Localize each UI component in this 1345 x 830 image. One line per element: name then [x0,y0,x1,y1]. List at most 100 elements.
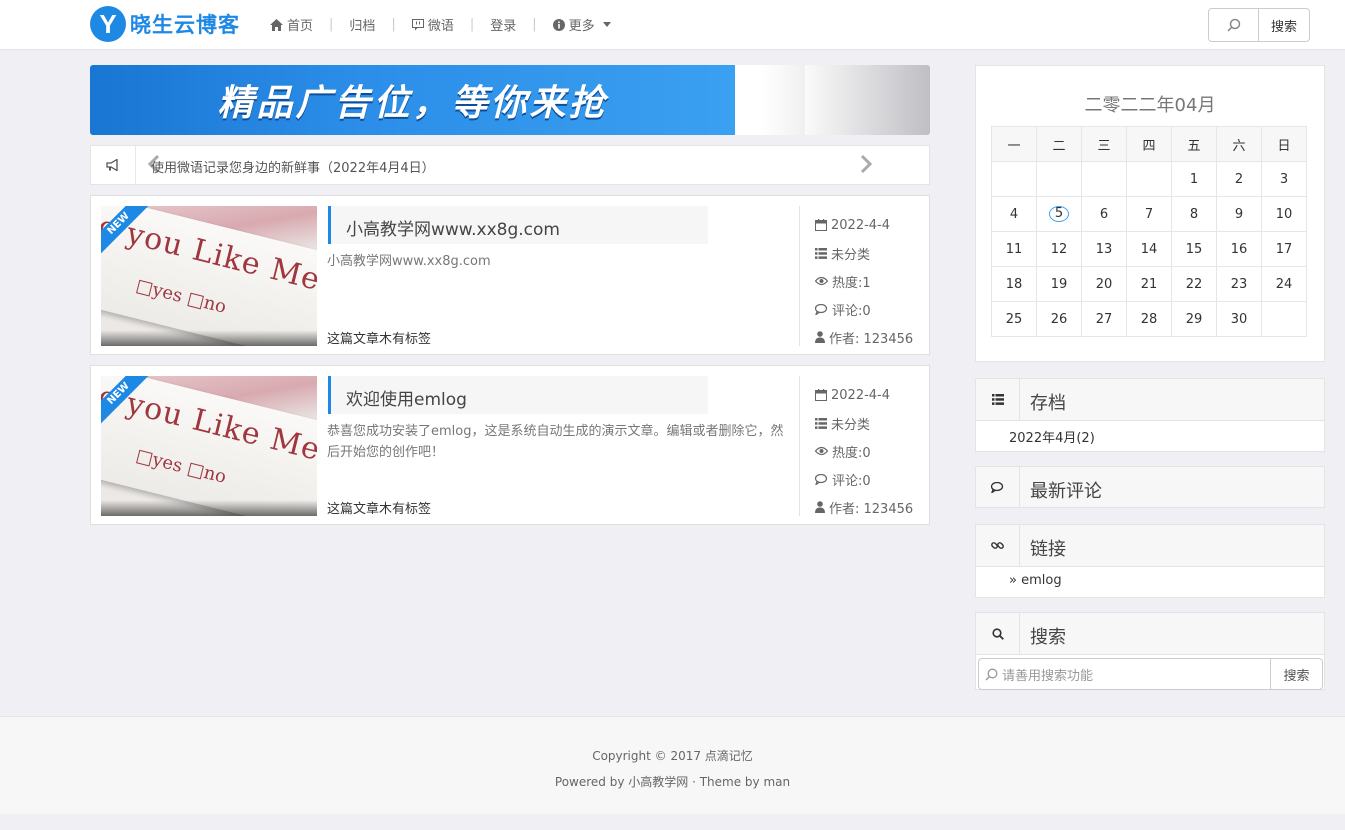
header-search-button[interactable]: 搜索 [1259,9,1309,41]
post-date: 2022-4-4 [815,211,913,239]
powered-by-text[interactable]: Powered by 小高教学网 · Theme by man [0,773,1345,790]
search-toggle[interactable] [1209,9,1259,41]
post-title-box: 欢迎使用emlog [328,376,708,414]
widget-header: 搜索 [976,613,1324,655]
notice-next-button[interactable] [859,154,873,178]
calendar-day-number: 14 [1140,241,1158,257]
calendar-day[interactable]: 24 [1261,266,1307,302]
calendar-day[interactable]: 4 [991,196,1037,232]
calendar-week: 4 5 6 7 8 9 10 [991,196,1307,232]
calendar-day[interactable]: 2 [1216,161,1262,197]
calendar-grid: 一 二 三 四 五 六 日 1 2 3 4 5 6 7 8 9 10 11 12 13 14 15 16 17 1… [991,126,1307,337]
post-date-value: 2022-4-4 [831,387,891,403]
calendar-day[interactable]: 11 [991,231,1037,267]
calendar-day[interactable]: 28 [1126,301,1172,337]
weekday: 六 [1216,126,1262,162]
ad-banner[interactable]: 精品广告位，等你来抢 [90,65,930,135]
calendar-day[interactable]: 7 [1126,196,1172,232]
post-author-value: 作者: 123456 [829,331,914,347]
header-search[interactable]: 搜索 [1208,8,1310,42]
post-title-box: 小高教学网www.xx8g.com [328,206,708,244]
footer: Copyright © 2017 点滴记忆 Powered by 小高教学网 ·… [0,716,1345,814]
post-category[interactable]: 未分类 [815,409,913,437]
calendar-day[interactable]: 9 [1216,196,1262,232]
calendar-week: 11 12 13 14 15 16 17 [991,231,1307,267]
calendar-day[interactable]: 6 [1081,196,1127,232]
calendar-day[interactable]: 5 [1036,196,1082,232]
search-placeholder: 请善用搜索功能 [1002,668,1094,684]
search-icon [985,668,998,680]
calendar-day-number: 26 [1050,311,1068,327]
weekday: 三 [1081,126,1127,162]
post-thumbnail[interactable]: o you Like Me? □yes □no NEW [101,376,317,516]
calendar-day[interactable]: 14 [1126,231,1172,267]
links-widget: 链接 » emlog [975,524,1325,598]
calendar-day[interactable]: 18 [991,266,1037,302]
archive-item[interactable]: 2022年4月(2) [976,421,1324,451]
calendar-day[interactable]: 8 [1171,196,1217,232]
nav-item-more[interactable]: 更多 [551,15,613,34]
list-icon [815,247,827,259]
archive-widget: 存档 2022年4月(2) [975,378,1325,452]
post-comments[interactable]: 评论:0 [815,465,913,493]
calendar-day[interactable]: 25 [991,301,1037,337]
calendar-day [991,161,1037,197]
nav-item-twitter[interactable]: 微语 [410,15,456,34]
post-title[interactable]: 欢迎使用emlog [346,385,467,410]
calendar-day[interactable]: 23 [1216,266,1262,302]
calendar-day-number: 7 [1144,206,1154,222]
widget-title: 最新评论 [1030,481,1102,502]
widget-title: 存档 [1030,393,1066,414]
meta-divider [799,376,800,516]
calendar-day[interactable]: 12 [1036,231,1082,267]
calendar-day-number: 1 [1189,171,1199,187]
post-comments[interactable]: 评论:0 [815,295,913,323]
notice-bar: 使用微语记录您身边的新鲜事（2022年4月4日） [90,145,930,185]
ad-banner-text: 精品广告位，等你来抢 [217,83,608,124]
widget-icon-cell [976,525,1020,566]
calendar-day[interactable]: 20 [1081,266,1127,302]
nav-item-archive[interactable]: 归档 [347,15,377,34]
calendar-day[interactable]: 22 [1171,266,1217,302]
sidebar-search-input[interactable]: 请善用搜索功能 [978,658,1270,690]
weekday: 日 [1261,126,1307,162]
ad-banner-image: 精品广告位，等你来抢 [90,65,735,135]
notice-icon-cell [91,146,136,184]
post-tags: 这篇文章木有标签 [327,502,432,517]
chevron-right-icon [860,154,873,174]
calendar-day[interactable]: 16 [1216,231,1262,267]
widget-header: 链接 [976,525,1324,567]
calendar-day-number: 4 [1009,206,1019,222]
search-icon [991,627,1004,640]
calendar-day[interactable]: 27 [1081,301,1127,337]
calendar-day[interactable]: 26 [1036,301,1082,337]
nav-item-login[interactable]: 登录 [488,15,518,34]
post-thumbnail[interactable]: o you Like Me? □yes □no NEW [101,206,317,346]
calendar-day[interactable]: 15 [1171,231,1217,267]
calendar-day[interactable]: 13 [1081,231,1127,267]
sidebar-search-button[interactable]: 搜索 [1270,658,1323,690]
calendar-day[interactable]: 3 [1261,161,1307,197]
widget-header: 最新评论 [976,467,1324,507]
calendar-day[interactable]: 10 [1261,196,1307,232]
post-card: o you Like Me? □yes □no NEW 欢迎使用emlog 恭喜… [90,365,930,525]
widget-header: 存档 [976,379,1324,421]
nav-item-home[interactable]: 首页 [268,15,315,34]
calendar-day[interactable]: 30 [1216,301,1262,337]
calendar-week: 1 2 3 [991,161,1307,197]
calendar-day[interactable]: 17 [1261,231,1307,267]
post-category[interactable]: 未分类 [815,239,913,267]
calendar-day-number: 16 [1230,241,1248,257]
calendar-day[interactable]: 1 [1171,161,1217,197]
calendar-day[interactable]: 29 [1171,301,1217,337]
notice-text[interactable]: 使用微语记录您身边的新鲜事（2022年4月4日） [151,157,435,176]
calendar-title: 二零二二年04月 [1084,95,1216,116]
site-logo[interactable]: Y 晓生云博客 [90,4,240,44]
weekday: 二 [1036,126,1082,162]
calendar-week: 18 19 20 21 22 23 24 [991,266,1307,302]
calendar-day[interactable]: 19 [1036,266,1082,302]
calendar-day-number: 24 [1275,276,1293,292]
link-item[interactable]: » emlog [976,567,1324,597]
post-title[interactable]: 小高教学网www.xx8g.com [346,215,560,240]
calendar-day[interactable]: 21 [1126,266,1172,302]
